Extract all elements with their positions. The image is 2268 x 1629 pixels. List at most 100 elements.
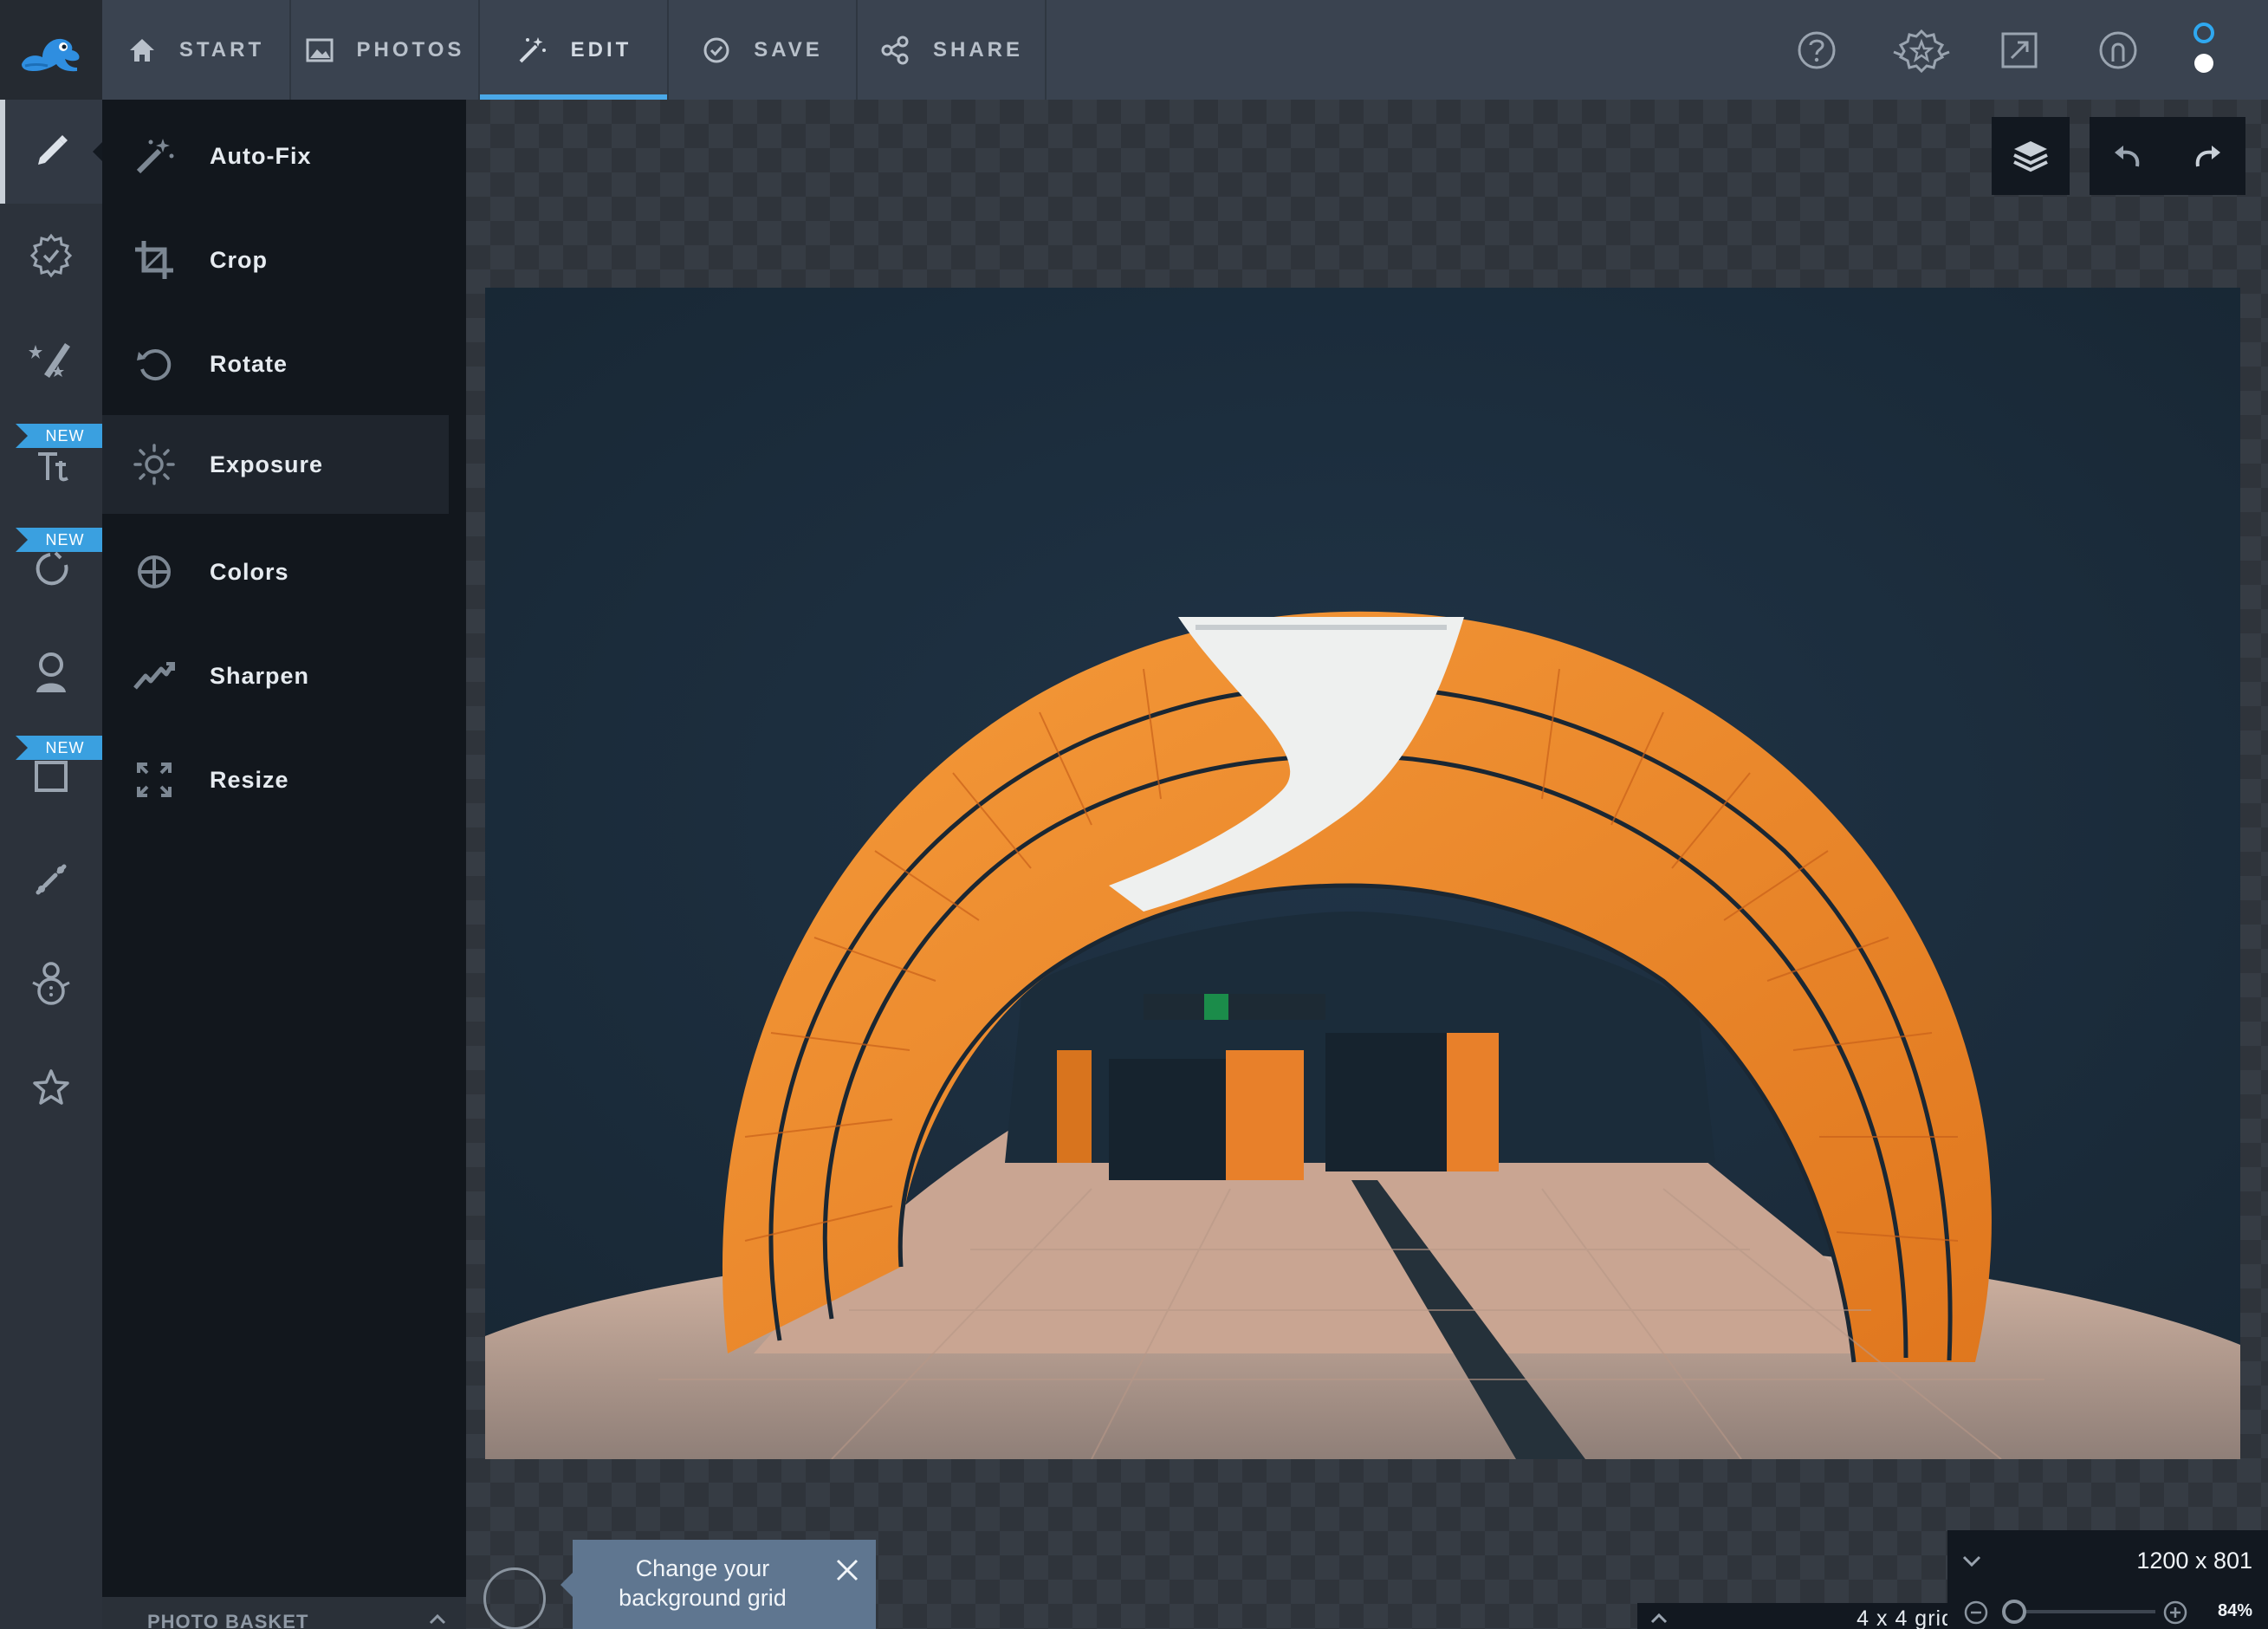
photo-basket-bar[interactable]: PHOTO BASKET [102,1597,466,1629]
undo-button[interactable] [2090,117,2168,195]
fullscreen-icon [2001,32,2038,68]
account-icon [2099,31,2137,69]
rail-item-adjust[interactable] [0,204,102,308]
photo-basket-label: PHOTO BASKET [147,1611,309,1629]
top-navigation-bar: START PHOTOS EDIT SAVE SHARE [0,0,2268,100]
zoom-in-icon[interactable] [2162,1600,2188,1626]
tab-edit[interactable]: EDIT [480,0,669,100]
menu-item-label: Exposure [210,451,324,477]
zoom-slider-track[interactable] [2014,1610,2155,1613]
rail-item-edit[interactable] [0,100,103,204]
menu-item-label: Crop [210,246,268,273]
new-badge: NEW [16,424,102,448]
sun-icon [132,442,177,487]
new-badge: NEW [16,736,102,760]
layers-icon [2013,141,2048,172]
edit-tools-menu: Auto-Fix Crop Rotate Exposure Colors Sha… [102,100,466,1629]
sharpen-icon [132,653,177,698]
redo-icon [2195,146,2220,167]
sticker-icon [36,551,68,586]
account-button[interactable] [2090,22,2147,79]
zoom-out-icon[interactable] [1963,1600,1989,1626]
redo-button[interactable] [2168,117,2245,195]
subway-tunnel-photo[interactable] [485,288,2240,1459]
undo-icon [2115,146,2140,167]
tab-start[interactable]: START [102,0,291,100]
grid-label: 4 x 4 grid [1857,1606,1954,1629]
home-icon [129,38,154,62]
tab-label: EDIT [570,37,632,62]
text-icon [38,452,68,482]
frog-logo-icon [22,38,80,71]
menu-item-exposure[interactable]: Exposure [102,415,449,514]
rail-item-favorites[interactable] [0,1035,102,1139]
rail-item-touch-up[interactable] [0,620,102,724]
editing-canvas[interactable]: Change your background grid 4 x 4 grid 1… [466,100,2268,1629]
rotate-icon [132,341,177,386]
menu-item-label: Resize [210,766,289,793]
menu-item-crop[interactable]: Crop [102,211,449,309]
resize-icon [132,757,177,802]
color-wheel-icon [132,549,177,594]
chevron-up-icon [429,1613,446,1625]
menu-item-colors[interactable]: Colors [102,522,449,621]
menu-item-label: Rotate [210,350,288,377]
layers-button[interactable] [1992,117,2070,195]
share-icon [881,36,909,64]
rail-item-effects[interactable] [0,308,102,412]
frog-logo[interactable] [0,0,102,100]
tab-photos[interactable]: PHOTOS [291,0,480,100]
menu-item-auto-fix[interactable]: Auto-Fix [102,107,449,205]
zoom-panel: 1200 x 801 84% [1947,1530,2268,1629]
tab-share[interactable]: SHARE [858,0,1047,100]
theme-toggle-button[interactable] [2178,16,2230,80]
photo-editor-app: START PHOTOS EDIT SAVE SHARE NEW NEW NEW… [0,0,2268,1629]
effects-brush-icon [29,343,70,378]
close-icon [836,1559,859,1581]
menu-item-resize[interactable]: Resize [102,730,449,829]
menu-item-label: Sharpen [210,662,310,689]
chevron-down-icon[interactable] [1961,1554,1982,1568]
magic-wand-icon [519,36,546,62]
tab-label: SHARE [932,37,1023,62]
rail-item-textures[interactable] [0,827,102,931]
grid-toggle-button[interactable] [483,1567,546,1629]
grid-selector[interactable]: 4 x 4 grid [1637,1603,1972,1629]
gear-check-icon [29,233,73,278]
menu-item-label: Auto-Fix [210,142,312,169]
texture-icon [36,864,67,895]
theme-toggle-icon [2193,23,2214,73]
pencil-icon [38,135,68,165]
star-icon [33,1069,69,1105]
chevron-up-icon [1650,1613,1668,1624]
menu-item-sharpen[interactable]: Sharpen [102,626,449,725]
history-buttons [2090,117,2245,195]
tab-save[interactable]: SAVE [669,0,858,100]
tab-label: SAVE [754,37,823,62]
menu-item-rotate[interactable]: Rotate [102,315,449,413]
snowman-icon [32,962,70,1005]
image-icon [306,38,334,62]
zoom-percentage: 84% [2217,1601,2252,1620]
new-badge: NEW [16,528,102,552]
help-button[interactable] [1788,22,1845,79]
portrait-icon [36,652,66,692]
category-rail: NEW NEW NEW [0,100,103,1629]
check-circle-icon [703,37,729,62]
tooltip-text: Change your background grid [619,1555,787,1611]
menu-item-label: Colors [210,558,289,585]
crop-icon [132,237,177,282]
help-icon [1798,31,1836,69]
image-dimensions: 1200 x 801 [2136,1548,2252,1574]
premium-badge-button[interactable] [1887,22,1956,79]
tooltip-close-button[interactable] [833,1555,862,1585]
tab-label: PHOTOS [356,37,465,62]
grid-tooltip: Change your background grid [561,1540,876,1629]
zoom-slider-handle[interactable] [2002,1600,2026,1624]
rail-item-seasonal[interactable] [0,931,102,1035]
magic-wand-icon [132,133,177,178]
badge-icon [1893,29,1950,74]
tab-label: START [178,37,265,62]
fullscreen-button[interactable] [1991,22,2048,79]
frame-icon [35,761,68,792]
